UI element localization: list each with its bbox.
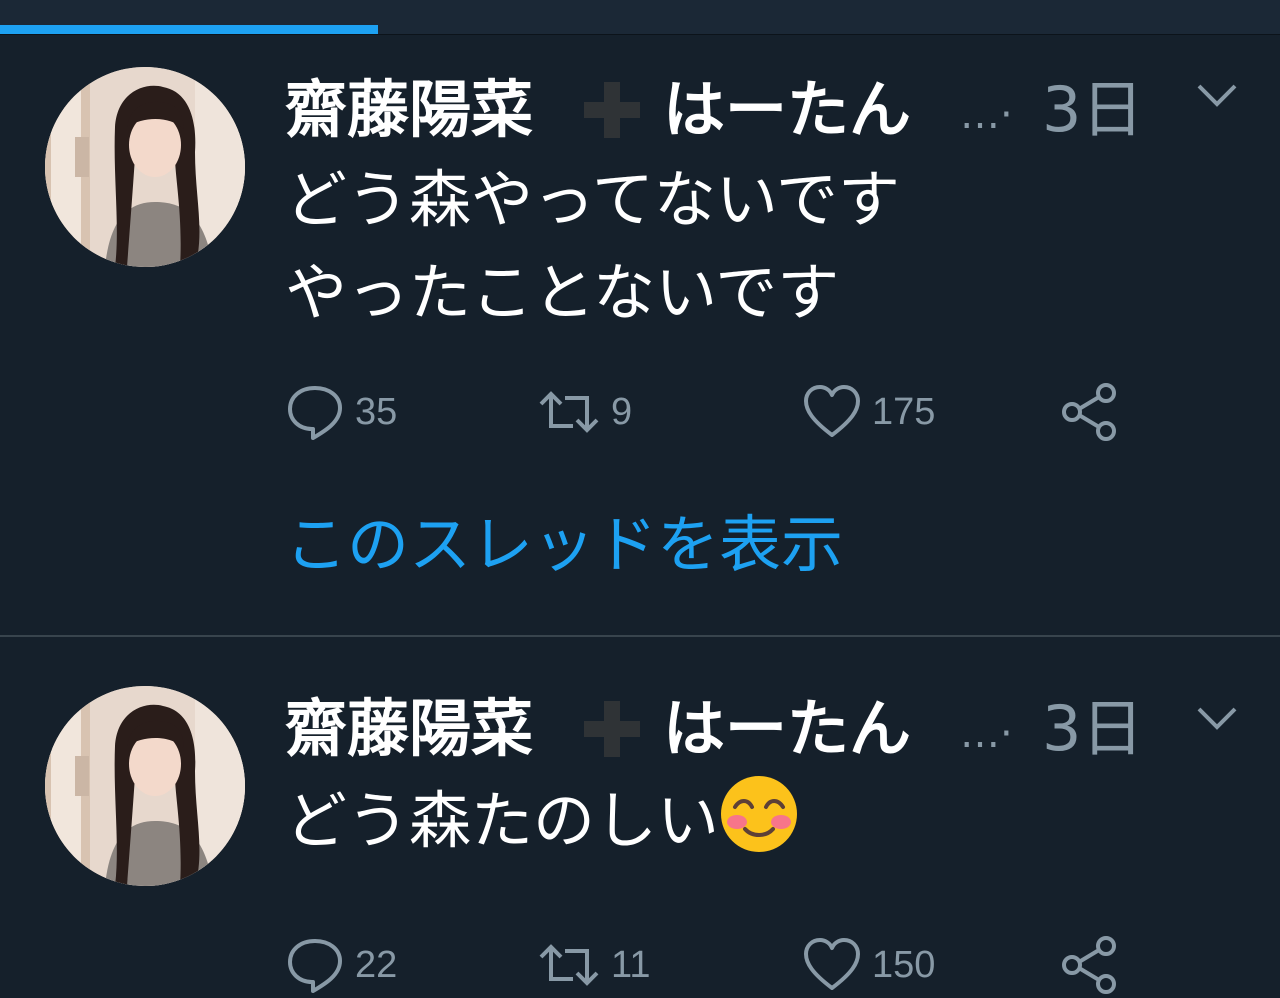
- tweet-actions: 22 11 150: [285, 935, 1145, 995]
- display-name-suffix[interactable]: はーたん: [663, 689, 911, 769]
- tweet-text-line: どう森やってないです: [285, 163, 901, 236]
- top-bar: [0, 0, 1280, 35]
- reply-icon: [288, 939, 342, 993]
- heart-icon: [804, 938, 860, 990]
- heavy-plus-icon: [577, 80, 647, 140]
- like-count: 150: [872, 943, 936, 986]
- retweet-button[interactable]: 9: [537, 382, 632, 442]
- retweet-count: 11: [611, 943, 651, 986]
- display-name-suffix[interactable]: はーたん: [663, 70, 911, 150]
- reply-icon: [288, 386, 342, 440]
- smiling-face-with-smiling-eyes-icon: [719, 774, 799, 854]
- like-button[interactable]: 150: [802, 935, 935, 995]
- show-thread-link[interactable]: このスレッドを表示: [285, 505, 843, 585]
- share-icon: [1062, 936, 1116, 994]
- tweet[interactable]: 齋藤陽菜 はーたん …· 3日 どう森やってないです やったことないです 35: [0, 35, 1280, 637]
- tweet-actions: 35 9 175: [285, 382, 1145, 442]
- loading-progress-bar: [0, 25, 378, 34]
- tweet-timestamp[interactable]: 3日: [1042, 70, 1143, 150]
- avatar[interactable]: [45, 686, 245, 886]
- heavy-plus-icon: [577, 699, 647, 759]
- like-count: 175: [872, 390, 936, 433]
- name-truncation-ellipsis: …·: [960, 711, 1013, 757]
- reply-button[interactable]: 35: [285, 382, 397, 442]
- tweet-text-line: やったことないです: [285, 256, 840, 329]
- share-button[interactable]: [1060, 935, 1120, 995]
- name-truncation-ellipsis: …·: [960, 92, 1013, 138]
- avatar[interactable]: [45, 67, 245, 267]
- tweet-header: 齋藤陽菜 はーたん …· 3日: [285, 689, 1185, 769]
- heart-icon: [804, 385, 860, 437]
- tweet-timestamp[interactable]: 3日: [1042, 689, 1143, 769]
- display-name[interactable]: 齋藤陽菜: [285, 689, 533, 769]
- reply-count: 22: [355, 943, 398, 986]
- like-button[interactable]: 175: [802, 382, 935, 442]
- share-icon: [1062, 383, 1116, 441]
- tweet[interactable]: 齋藤陽菜 はーたん …· 3日 どう森たのしい 22 11 150: [0, 637, 1280, 998]
- display-name[interactable]: 齋藤陽菜: [285, 70, 533, 150]
- retweet-button[interactable]: 11: [537, 935, 650, 995]
- tweet-text: どう森たのしい: [285, 774, 799, 867]
- retweet-icon: [539, 944, 599, 986]
- tweet-text: どう森やってないです やったことないです: [285, 153, 900, 339]
- retweet-count: 9: [611, 390, 633, 433]
- retweet-icon: [539, 391, 599, 433]
- chevron-down-icon[interactable]: [1195, 703, 1239, 733]
- reply-button[interactable]: 22: [285, 935, 397, 995]
- tweet-text-line: どう森たのしい: [285, 784, 720, 857]
- share-button[interactable]: [1060, 382, 1120, 442]
- reply-count: 35: [355, 390, 398, 433]
- chevron-down-icon[interactable]: [1195, 80, 1239, 110]
- tweet-header: 齋藤陽菜 はーたん …· 3日: [285, 70, 1185, 150]
